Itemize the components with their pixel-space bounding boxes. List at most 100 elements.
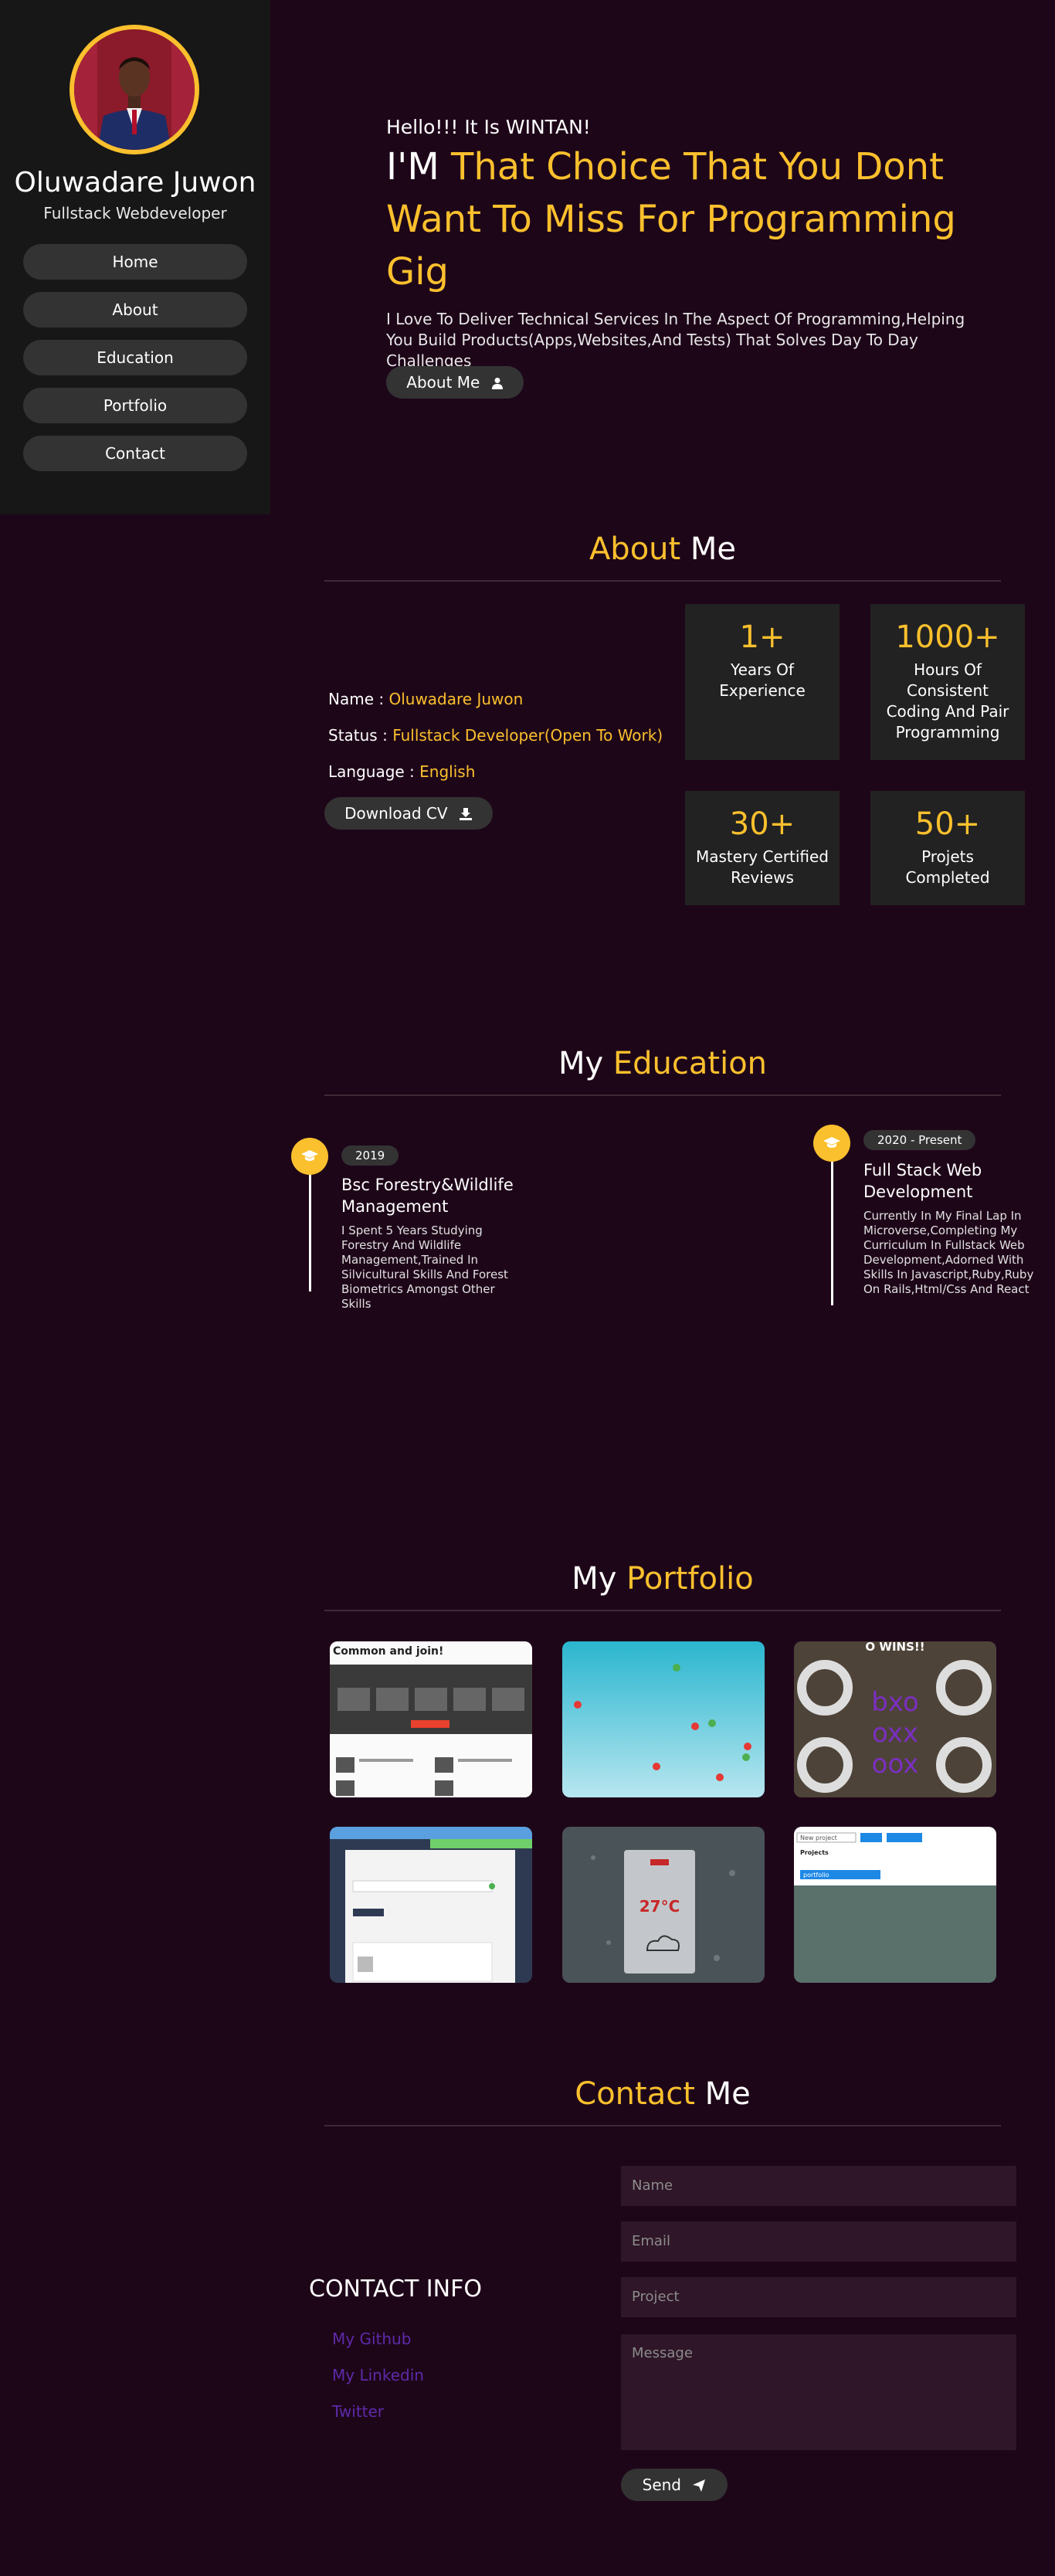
- stat-number: 1+: [739, 619, 785, 655]
- info-status-row: Status : Fullstack Developer(Open To Wor…: [328, 726, 663, 745]
- education-title: Full Stack Web Development: [863, 1161, 982, 1201]
- portfolio-preview-image: 27°C: [562, 1827, 765, 1983]
- portfolio-preview-image: O WINS!! bxo oxx oox: [794, 1641, 996, 1797]
- portfolio-thumb-title: O WINS!!: [865, 1641, 924, 1654]
- contact-divider: [324, 2125, 1001, 2126]
- github-link[interactable]: My Github: [332, 2330, 411, 2348]
- about-title-accent: About: [589, 531, 681, 567]
- portfolio-preview-image: [562, 1641, 765, 1797]
- avatar-portrait-image: [74, 29, 195, 150]
- portfolio-preview-image: New project Projects portfolio: [794, 1827, 996, 1983]
- education-title-accent: Education: [612, 1046, 768, 1081]
- paper-plane-icon: [693, 2479, 706, 2492]
- timeline-dot: [813, 1125, 850, 1162]
- portfolio-title-plain: My: [572, 1561, 617, 1597]
- education-text: Currently In My Final Lap In Microverse,…: [863, 1209, 1034, 1296]
- portfolio-thumb-title: Common and join!: [333, 1645, 443, 1658]
- profile-name: Oluwadare Juwon: [14, 167, 256, 199]
- info-language-value: English: [419, 762, 476, 781]
- stat-card-reviews: 30+ Mastery Certified Reviews: [685, 791, 840, 905]
- send-label: Send: [642, 2476, 681, 2494]
- stat-label: Hours Of Consistent Coding And Pair Prog…: [886, 660, 1009, 742]
- about-section-title: About Me: [324, 531, 1001, 567]
- timeline-dot: [291, 1138, 328, 1175]
- about-title-plain: Me: [690, 531, 737, 567]
- profile-role: Fullstack Webdeveloper: [43, 204, 227, 222]
- nav-home-button[interactable]: Home: [23, 244, 247, 280]
- portfolio-item-game[interactable]: [562, 1641, 765, 1797]
- info-language-row: Language : English: [328, 762, 475, 781]
- about-me-label: About Me: [406, 373, 480, 392]
- stat-label: Projets Completed: [905, 847, 990, 887]
- portfolio-preview-image: [330, 1827, 532, 1983]
- hero-greeting: Hello!!! It Is WINTAN!: [386, 116, 591, 138]
- download-cv-label: Download CV: [344, 804, 448, 823]
- hero-im: I'M: [386, 145, 439, 188]
- portfolio-divider: [324, 1610, 1001, 1611]
- name-field[interactable]: Name: [621, 2166, 1016, 2206]
- download-icon: [459, 808, 472, 820]
- portfolio-title-accent: Portfolio: [626, 1561, 754, 1597]
- contact-section-title: Contact Me: [324, 2076, 1001, 2112]
- portfolio-thumb-item: portfolio: [803, 1872, 829, 1879]
- education-divider: [324, 1095, 1001, 1096]
- portfolio-item-webapp[interactable]: [330, 1827, 532, 1983]
- about-me-button[interactable]: About Me: [386, 366, 524, 399]
- nav-portfolio-button[interactable]: Portfolio: [23, 388, 247, 423]
- nav-contact-button[interactable]: Contact: [23, 436, 247, 471]
- portfolio-thumb-temp: 27°C: [639, 1897, 680, 1916]
- portfolio-section-title: My Portfolio: [324, 1561, 1001, 1597]
- nav-education-button[interactable]: Education: [23, 340, 247, 375]
- contact-title-accent: Contact: [575, 2076, 695, 2112]
- stat-card-experience: 1+ Years Of Experience: [685, 604, 840, 760]
- education-year-badge: 2020 - Present: [863, 1130, 976, 1150]
- stat-card-hours: 1000+ Hours Of Consistent Coding And Pai…: [870, 604, 1025, 760]
- info-status-label: Status :: [328, 726, 388, 745]
- svg-text:bxo: bxo: [871, 1687, 918, 1718]
- stat-label: Mastery Certified Reviews: [696, 847, 829, 887]
- timeline-line: [309, 1155, 311, 1291]
- info-name-label: Name :: [328, 690, 385, 708]
- info-name-value: Oluwadare Juwon: [388, 690, 524, 708]
- hero-headline: I'M That Choice That You Dont Want To Mi…: [386, 141, 989, 298]
- contact-info-title: CONTACT INFO: [309, 2276, 482, 2303]
- education-year-badge: 2019: [341, 1145, 399, 1166]
- stat-label: Years Of Experience: [719, 660, 806, 700]
- stat-number: 50+: [914, 806, 981, 842]
- project-field[interactable]: Project: [621, 2277, 1016, 2317]
- education-title-plain: My: [558, 1046, 604, 1081]
- contact-title-plain: Me: [704, 2076, 751, 2112]
- education-section-title: My Education: [324, 1046, 1001, 1081]
- education-text: I Spent 5 Years Studying Forestry And Wi…: [341, 1224, 508, 1311]
- about-divider: [324, 580, 1001, 582]
- portfolio-item-todo[interactable]: New project Projects portfolio: [794, 1827, 996, 1983]
- info-name-row: Name : Oluwadare Juwon: [328, 690, 523, 708]
- graduation-cap-icon: [301, 1150, 318, 1161]
- send-button[interactable]: Send: [621, 2469, 728, 2501]
- stat-number: 1000+: [895, 619, 1000, 655]
- stat-number: 30+: [729, 806, 795, 842]
- info-language-label: Language :: [328, 762, 415, 781]
- sidebar: Oluwadare Juwon Fullstack Webdeveloper H…: [0, 0, 270, 514]
- hero-tagline: That Choice That You Dont Want To Miss F…: [386, 145, 956, 294]
- user-icon: [491, 378, 503, 389]
- portfolio-item-conference[interactable]: Common and join!: [330, 1641, 532, 1797]
- education-title: Bsc Forestry&Wildlife Management: [341, 1176, 514, 1216]
- message-field[interactable]: Message: [621, 2334, 1016, 2450]
- portfolio-item-tictactoe[interactable]: O WINS!! bxo oxx oox: [794, 1641, 996, 1797]
- twitter-link[interactable]: Twitter: [332, 2402, 384, 2421]
- avatar: [70, 25, 199, 154]
- timeline-line: [831, 1142, 833, 1305]
- nav-about-button[interactable]: About: [23, 292, 247, 328]
- info-status-value: Fullstack Developer(Open To Work): [392, 726, 663, 745]
- graduation-cap-icon: [823, 1137, 840, 1148]
- portfolio-preview-image: Common and join!: [330, 1641, 532, 1797]
- email-field[interactable]: Email: [621, 2221, 1016, 2262]
- stat-card-projects: 50+ Projets Completed: [870, 791, 1025, 905]
- download-cv-button[interactable]: Download CV: [324, 797, 493, 830]
- portfolio-thumb-search: New project: [800, 1834, 837, 1841]
- linkedin-link[interactable]: My Linkedin: [332, 2366, 424, 2384]
- portfolio-item-weather[interactable]: 27°C: [562, 1827, 765, 1983]
- portfolio-thumb-label: Projects: [800, 1849, 829, 1856]
- svg-text:oox: oox: [872, 1749, 919, 1780]
